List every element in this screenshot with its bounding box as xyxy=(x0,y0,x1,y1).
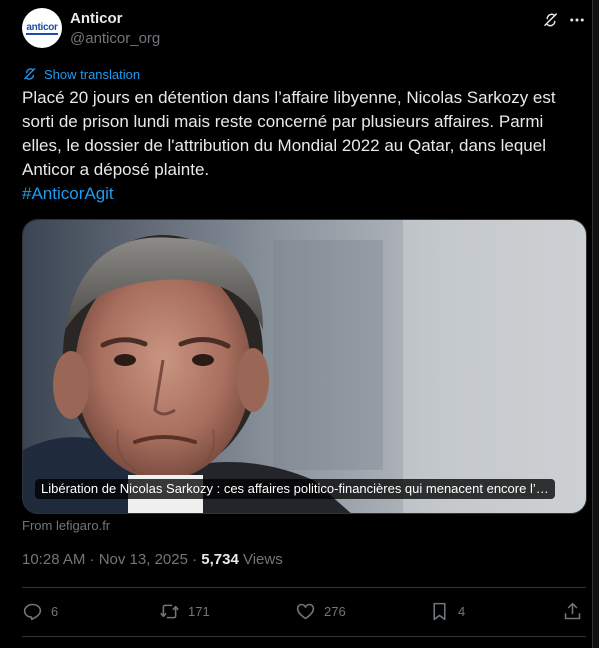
link-card[interactable]: Libération de Nicolas Sarkozy : ces affa… xyxy=(22,219,587,514)
repost-button[interactable]: 171 xyxy=(159,598,210,624)
more-icon[interactable] xyxy=(568,11,586,29)
show-translation-link[interactable]: Show translation xyxy=(22,65,140,83)
share-icon xyxy=(564,602,581,619)
share-button[interactable] xyxy=(562,598,591,624)
tweet-detail: anticor Anticor @anticor_org Show transl… xyxy=(0,0,593,648)
show-translation-label: Show translation xyxy=(44,66,141,82)
grok-icon[interactable] xyxy=(542,11,560,29)
bookmark-count: 4 xyxy=(458,603,466,619)
like-count: 276 xyxy=(324,603,346,619)
tweet-header: anticor Anticor @anticor_org xyxy=(22,8,586,52)
translate-icon xyxy=(24,68,36,80)
repost-count: 171 xyxy=(188,603,210,619)
bookmark-icon xyxy=(433,602,446,620)
bookmark-button[interactable]: 4 xyxy=(429,598,465,624)
like-icon xyxy=(296,603,315,619)
action-bar: 6 171 276 4 xyxy=(22,598,586,624)
author-handle[interactable]: @anticor_org xyxy=(70,30,160,47)
tweet-text: Placé 20 jours en détention dans l’affai… xyxy=(22,88,556,179)
reply-count: 6 xyxy=(51,603,59,619)
like-button[interactable]: 276 xyxy=(295,598,346,624)
tweet-meta: 10:28 AM · Nov 13, 2025 · 5,734 Views xyxy=(22,551,283,568)
tweet-timestamp[interactable]: 10:28 AM · Nov 13, 2025 · xyxy=(22,551,201,568)
avatar-logo-text: anticor xyxy=(26,21,58,35)
divider xyxy=(22,587,586,588)
views-label: Views xyxy=(238,551,283,568)
divider xyxy=(22,636,586,637)
repost-icon xyxy=(160,604,179,618)
reply-icon xyxy=(23,603,42,620)
card-title: Libération de Nicolas Sarkozy : ces affa… xyxy=(35,479,555,499)
author-name[interactable]: Anticor xyxy=(70,10,123,27)
scrollbar[interactable] xyxy=(593,0,599,648)
hashtag-link[interactable]: #AnticorAgit xyxy=(22,182,114,206)
card-source[interactable]: From lefigaro.fr xyxy=(22,518,110,533)
reply-button[interactable]: 6 xyxy=(22,598,58,624)
avatar[interactable]: anticor xyxy=(22,8,62,48)
card-photo xyxy=(23,220,586,513)
views-count: 5,734 xyxy=(201,551,239,568)
